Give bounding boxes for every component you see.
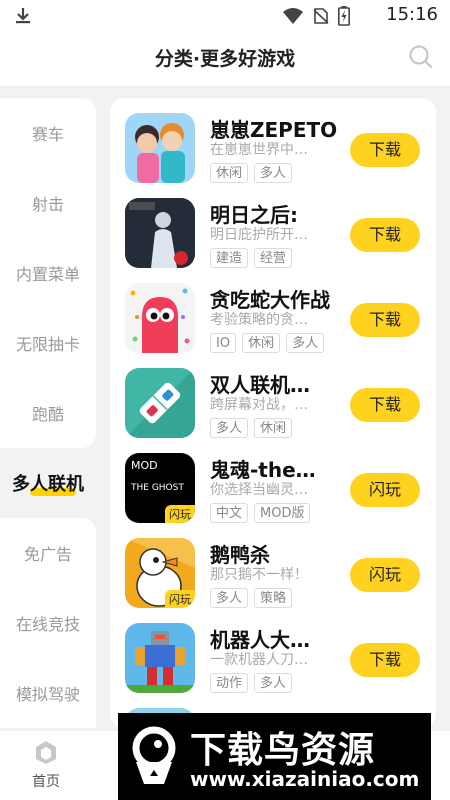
tag[interactable]: IO	[210, 333, 237, 353]
sidebar-item-label: 赛车	[31, 125, 64, 144]
game-description: 那只鹅不一样！	[210, 567, 308, 583]
game-icon	[125, 623, 195, 693]
game-icon: MOD THE GHOST 闪玩	[125, 453, 195, 523]
sidebar-item-no-ads[interactable]: 免广告	[0, 518, 96, 588]
game-list: 崽崽ZEPETO 在崽崽世界中… 休闲 多人 下载 明日之后: 明日庇护所开… …	[110, 98, 436, 728]
clock: 15:16	[386, 4, 438, 25]
game-description: 在崽崽世界中…	[210, 142, 308, 158]
game-description: 跨屏幕对战，…	[210, 397, 308, 413]
tag[interactable]: 多人	[254, 673, 293, 693]
sidebar-item-multiplayer[interactable]: 多人联机	[0, 448, 96, 518]
tag[interactable]: 多人	[286, 333, 325, 353]
instant-play-button[interactable]: 闪玩	[350, 558, 420, 592]
game-description: 考验策略的贪…	[210, 312, 308, 328]
download-button[interactable]: 下载	[350, 218, 420, 252]
tag[interactable]: 建造	[210, 248, 249, 268]
home-icon	[32, 741, 60, 769]
game-icon: 闪玩	[125, 538, 195, 608]
tag[interactable]: 多人	[210, 588, 249, 608]
tag[interactable]: 休闲	[242, 333, 281, 353]
tag[interactable]: 动作	[210, 673, 249, 693]
tag[interactable]: 中文	[210, 503, 249, 523]
game-icon	[125, 113, 195, 183]
sidebar-item-label: 在线竞技	[15, 615, 80, 634]
sidebar-item-parkour[interactable]: 跑酷	[0, 378, 96, 448]
game-description: 你选择当幽灵…	[210, 482, 308, 498]
sidebar-item-label: 模拟驾驶	[15, 685, 80, 704]
sidebar-item-racing[interactable]: 赛车	[0, 98, 96, 168]
nav-home-label: 首页	[32, 774, 60, 790]
download-button[interactable]: 下载	[350, 133, 420, 167]
header: 分类·更多好游戏	[0, 30, 450, 86]
tag-list: 休闲 多人	[210, 163, 293, 183]
status-bar: 15:16	[0, 0, 450, 30]
sidebar-item-shooting[interactable]: 射击	[0, 168, 96, 238]
icon-text: THE GHOST	[131, 483, 184, 493]
instant-play-button[interactable]: 闪玩	[350, 473, 420, 507]
tag-list: IO 休闲 多人	[210, 333, 325, 353]
game-description: 一款机器人刀…	[210, 652, 308, 668]
download-icon	[14, 6, 32, 28]
list-item[interactable]: 崽崽ZEPETO 在崽崽世界中… 休闲 多人 下载	[110, 98, 436, 183]
download-button[interactable]: 下载	[350, 303, 420, 337]
list-item[interactable]: MOD THE GHOST 闪玩 鬼魂-the… 你选择当幽灵… 中文 MOD版…	[110, 438, 436, 523]
icon-text: MOD	[131, 459, 158, 472]
list-item[interactable]: 闪玩 鹅鸭杀 那只鹅不一样！ 多人 策略 闪玩	[110, 523, 436, 608]
page-title: 分类·更多好游戏	[154, 48, 296, 70]
tag[interactable]: 经营	[254, 248, 293, 268]
tag[interactable]: MOD版	[254, 503, 311, 523]
category-sidebar: 赛车 射击 内置菜单 无限抽卡 跑酷 多人联机 免广告 在线竞技 模拟驾驶	[0, 98, 96, 728]
game-icon	[125, 368, 195, 438]
tag[interactable]: 策略	[254, 588, 293, 608]
sidebar-item-label: 免广告	[23, 545, 72, 564]
tag[interactable]: 多人	[254, 163, 293, 183]
nav-home[interactable]: 首页	[18, 739, 74, 791]
tag-list: 中文 MOD版	[210, 503, 311, 523]
battery-charging-icon	[338, 6, 350, 30]
sidebar-item-online-competitive[interactable]: 在线竞技	[0, 588, 96, 658]
search-icon[interactable]	[408, 44, 434, 74]
tag[interactable]: 多人	[210, 418, 249, 438]
instant-play-badge: 闪玩	[165, 590, 195, 608]
bird-logo-icon	[124, 722, 184, 792]
tag-list: 动作 多人	[210, 673, 293, 693]
wifi-icon	[282, 7, 304, 29]
sidebar-item-label: 无限抽卡	[15, 335, 80, 354]
watermark-title: 下载鸟资源	[190, 730, 376, 771]
sidebar-item-driving-sim[interactable]: 模拟驾驶	[0, 658, 96, 728]
download-button[interactable]: 下载	[350, 388, 420, 422]
sidebar-item-label: 射击	[31, 195, 64, 214]
list-item[interactable]: 贪吃蛇大作战 考验策略的贪… IO 休闲 多人 下载	[110, 268, 436, 353]
game-icon	[125, 198, 195, 268]
list-item[interactable]: 明日之后: 明日庇护所开… 建造 经营 下载	[110, 183, 436, 268]
sidebar-item-unlimited-draw[interactable]: 无限抽卡	[0, 308, 96, 378]
tag-list: 多人 策略	[210, 588, 293, 608]
tag-list: 建造 经营	[210, 248, 293, 268]
list-item[interactable]: 机器人大… 一款机器人刀… 动作 多人 下载	[110, 608, 436, 693]
no-sim-icon	[312, 7, 330, 29]
list-item[interactable]: 双人联机… 跨屏幕对战，… 多人 休闲 下载	[110, 353, 436, 438]
watermark: 下载鸟资源 www.xiazainiao.com	[118, 713, 431, 800]
game-icon	[125, 283, 195, 353]
download-button[interactable]: 下载	[350, 643, 420, 677]
sidebar-item-label: 多人联机	[12, 474, 84, 495]
watermark-url: www.xiazainiao.com	[190, 767, 420, 791]
instant-play-badge: 闪玩	[165, 505, 195, 523]
sidebar-item-label: 跑酷	[31, 405, 64, 424]
tag[interactable]: 休闲	[254, 418, 293, 438]
game-description: 明日庇护所开…	[210, 227, 308, 243]
sidebar-item-builtin-menu[interactable]: 内置菜单	[0, 238, 96, 308]
sidebar-item-label: 内置菜单	[15, 265, 80, 284]
tag[interactable]: 休闲	[210, 163, 249, 183]
tag-list: 多人 休闲	[210, 418, 293, 438]
